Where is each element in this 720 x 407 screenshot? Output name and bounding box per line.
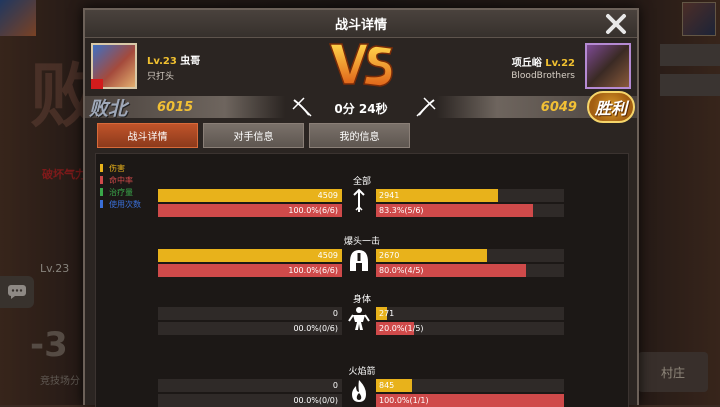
left-player-name: 虫哥 <box>180 56 201 67</box>
right-hit-rate-value: 83.3%(5/6) <box>379 206 424 215</box>
close-button[interactable] <box>603 12 629 36</box>
right-damage-value: 2670 <box>379 251 400 260</box>
right-player-avatar[interactable] <box>585 43 631 89</box>
close-icon <box>606 14 626 34</box>
right-damage-value: 845 <box>379 381 395 390</box>
tab-battle-details[interactable]: 战斗详情 <box>97 123 198 148</box>
right-damage-bar: 845 <box>376 379 564 392</box>
stat-title: 全部 <box>352 177 371 187</box>
right-damage-value: 2941 <box>379 191 400 200</box>
right-player-name: 项丘峪 <box>511 57 542 69</box>
vs-logo-icon <box>328 43 394 87</box>
left-damage-bar: 0 <box>158 379 342 392</box>
left-damage-value: 0 <box>332 309 338 318</box>
left-player: Lv.23 虫哥 只打头 <box>91 43 201 89</box>
tab-my-info[interactable]: 我的信息 <box>309 123 410 148</box>
right-player-guild: BloodBrothers <box>511 70 575 81</box>
battle-duration: 0分 24秒 <box>334 102 388 116</box>
right-player: 项丘峪 Lv.22 BloodBrothers <box>511 43 631 89</box>
left-damage-value: 0 <box>332 381 338 390</box>
left-hit-rate-value: 100.0%(6/6) <box>288 266 338 275</box>
left-player-level: Lv.23 <box>147 56 177 67</box>
left-player-subtitle: 只打头 <box>147 72 175 82</box>
fire-icon <box>352 380 366 402</box>
tab-opponent-info[interactable]: 对手信息 <box>203 123 304 148</box>
left-damage-value: 4509 <box>317 191 338 200</box>
right-hit-rate-bar: 83.3%(5/6) <box>376 204 564 217</box>
right-player-level: Lv.22 <box>545 57 575 69</box>
arrow-icon <box>353 188 365 212</box>
stat-title: 身体 <box>352 295 371 305</box>
right-damage-bar: 271 <box>376 307 564 320</box>
right-hit-rate-bar: 20.0%(1/5) <box>376 322 564 335</box>
left-hit-rate-bar: 100.0%(6/6) <box>158 204 342 217</box>
left-damage-bar: 4509 <box>158 249 342 262</box>
right-hit-rate-bar: 100.0%(1/1) <box>376 394 564 407</box>
legend-item: 治疗量 <box>100 186 141 198</box>
flag-icon <box>91 79 103 89</box>
right-damage-value: 271 <box>379 309 395 318</box>
body-icon <box>348 307 370 330</box>
left-damage-value: 4509 <box>317 251 338 260</box>
left-hit-rate-value: 100.0%(6/6) <box>288 206 338 215</box>
left-hit-rate-value: 00.0%(0/0) <box>293 396 338 405</box>
modal-header: 战斗详情 <box>85 10 637 38</box>
left-hit-rate-bar: 100.0%(6/6) <box>158 264 342 277</box>
stats-panel: 伤害 命中率 治疗量 使用次数 全部 4509 2941 100.0%(6/6)… <box>95 153 629 407</box>
right-damage-bar: 2941 <box>376 189 564 202</box>
right-hit-rate-value: 100.0%(1/1) <box>379 396 429 405</box>
helmet-icon <box>350 250 368 271</box>
left-player-avatar[interactable] <box>91 43 137 89</box>
left-damage-bar: 4509 <box>158 189 342 202</box>
crossbow-icon <box>416 97 436 117</box>
versus-banner: 败北 6015 6049 胜利 Lv.23 虫哥 只打头 项丘峪 Lv.22 B… <box>85 38 637 123</box>
battle-details-modal: 战斗详情 败北 6015 6049 胜利 Lv.23 虫哥 只打头 项丘峪 Lv… <box>83 8 639 407</box>
right-hit-rate-value: 20.0%(1/5) <box>379 324 424 333</box>
left-damage-bar: 0 <box>158 307 342 320</box>
legend-item: 伤害 <box>100 162 141 174</box>
right-hit-rate-value: 80.0%(4/5) <box>379 266 424 275</box>
modal-title: 战斗详情 <box>334 18 387 33</box>
legend-item: 使用次数 <box>100 198 141 210</box>
tab-bar: 战斗详情 对手信息 我的信息 <box>97 123 410 148</box>
left-hit-rate-bar: 00.0%(0/6) <box>158 322 342 335</box>
stat-title: 爆头一击 <box>343 237 380 247</box>
left-hit-rate-bar: 00.0%(0/0) <box>158 394 342 407</box>
right-hit-rate-bar: 80.0%(4/5) <box>376 264 564 277</box>
stat-title: 火焰箭 <box>348 367 376 377</box>
right-damage-bar: 2670 <box>376 249 564 262</box>
left-hit-rate-value: 00.0%(0/6) <box>293 324 338 333</box>
